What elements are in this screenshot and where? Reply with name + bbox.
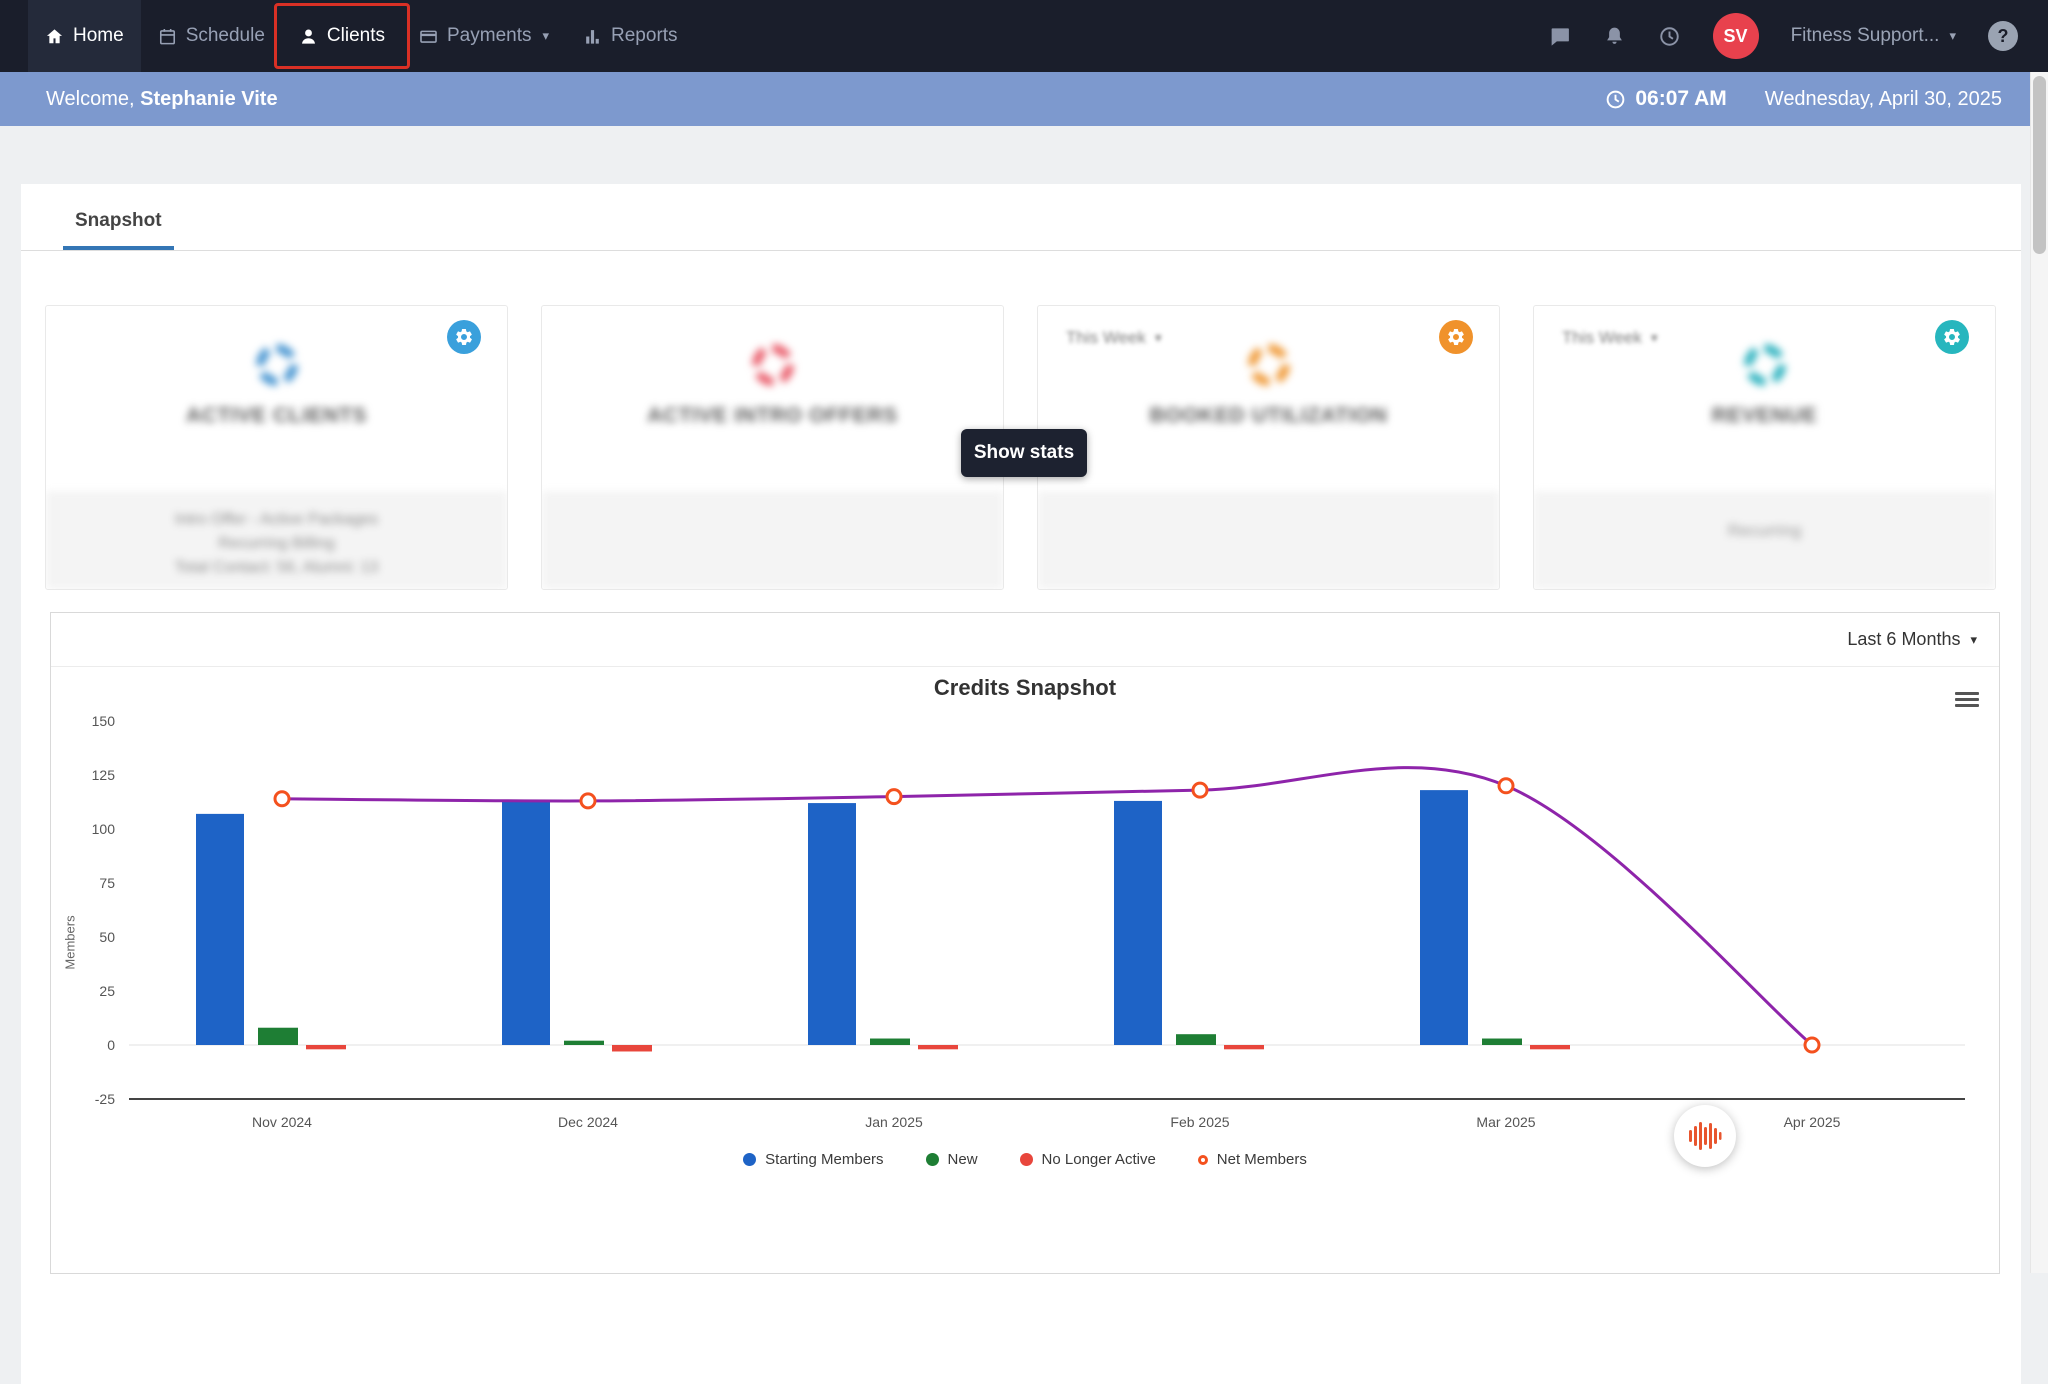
tab-bar: Snapshot bbox=[21, 184, 2021, 251]
account-label: Fitness Support... bbox=[1790, 25, 1940, 46]
payments-icon bbox=[420, 30, 437, 43]
time-text: 06:07 AM bbox=[1635, 87, 1727, 110]
welcome-message: Welcome, Stephanie Vite bbox=[46, 88, 278, 111]
chart-range-selector[interactable]: Last 6 Months ▾ bbox=[1847, 629, 1977, 650]
stat-card-active-clients: ACTIVE CLIENTS Intro Offer - Active Pack… bbox=[45, 305, 508, 590]
chart-menu-icon[interactable] bbox=[1955, 689, 1979, 710]
svg-text:Jan 2025: Jan 2025 bbox=[865, 1114, 923, 1130]
stat-card-title: REVENUE bbox=[1711, 404, 1818, 427]
legend-ring-marker bbox=[1197, 1154, 1208, 1165]
stat-ring-icon bbox=[255, 344, 298, 386]
nav-item-label: Payments bbox=[447, 25, 532, 46]
current-time: 06:07 AM bbox=[1605, 87, 1727, 111]
svg-text:Dec 2024: Dec 2024 bbox=[558, 1114, 618, 1130]
stat-card-title: ACTIVE CLIENTS bbox=[185, 404, 368, 427]
chevron-down-icon: ▾ bbox=[1970, 631, 1977, 647]
nav-main-items: Home Schedule Clients Payments ▾ Reports bbox=[28, 0, 695, 72]
credits-snapshot-panel: Last 6 Months ▾ Credits Snapshot Members… bbox=[50, 612, 2000, 1274]
home-icon bbox=[46, 28, 63, 43]
chat-icon[interactable] bbox=[1548, 25, 1571, 48]
chart-title: Credits Snapshot bbox=[933, 675, 1117, 700]
y-axis-label: Members bbox=[62, 915, 78, 970]
svg-text:50: 50 bbox=[99, 929, 115, 945]
svg-text:-25: -25 bbox=[95, 1091, 115, 1107]
legend-label: New bbox=[947, 1151, 978, 1168]
legend-label: No Longer Active bbox=[1041, 1151, 1156, 1168]
current-date: Wednesday, April 30, 2025 bbox=[1764, 87, 2002, 110]
nav-item-label: Schedule bbox=[185, 25, 265, 46]
svg-text:Mar 2025: Mar 2025 bbox=[1476, 1114, 1535, 1130]
chart-watermark-icon bbox=[1674, 1105, 1736, 1167]
chart-header: Last 6 Months ▾ bbox=[51, 613, 1999, 667]
top-navbar: Home Schedule Clients Payments ▾ Reports bbox=[0, 0, 2048, 72]
nav-utilities: SV Fitness Support... ▾ ? bbox=[1548, 0, 2018, 72]
avatar-initials: SV bbox=[1723, 25, 1748, 46]
svg-text:100: 100 bbox=[92, 821, 116, 837]
stat-card-revenue: This Week ▾ REVENUE Recurring bbox=[1533, 305, 1996, 590]
stat-ring-icon bbox=[1743, 344, 1786, 386]
clock-icon bbox=[1607, 90, 1625, 108]
bell-icon[interactable] bbox=[1603, 25, 1626, 48]
footer-line: Recurring Billing bbox=[218, 534, 335, 552]
help-icon[interactable]: ? bbox=[1988, 21, 2018, 51]
legend-dot-marker bbox=[925, 1153, 939, 1166]
tab-snapshot[interactable]: Snapshot bbox=[63, 210, 174, 250]
stat-card-footer bbox=[542, 491, 1003, 589]
user-name: Stephanie Vite bbox=[140, 87, 278, 110]
account-menu[interactable]: Fitness Support... ▾ bbox=[1791, 25, 1956, 47]
legend-dot-marker bbox=[743, 1153, 757, 1166]
reports-icon bbox=[586, 29, 599, 44]
nav-item-home[interactable]: Home bbox=[28, 0, 141, 72]
stat-card-active-intro-offers: ACTIVE INTRO OFFERS bbox=[541, 305, 1004, 590]
chevron-down-icon: ▾ bbox=[1949, 28, 1956, 43]
nav-item-payments[interactable]: Payments ▾ bbox=[402, 0, 566, 72]
person-icon bbox=[301, 29, 315, 44]
legend-label: Net Members bbox=[1216, 1151, 1307, 1168]
avatar[interactable]: SV bbox=[1712, 13, 1759, 59]
nav-item-schedule[interactable]: Schedule bbox=[141, 0, 282, 72]
svg-text:0: 0 bbox=[107, 1037, 115, 1053]
svg-text:150: 150 bbox=[92, 713, 116, 729]
legend-item[interactable]: Starting Members bbox=[743, 1151, 884, 1168]
stat-ring-icon bbox=[751, 344, 794, 386]
show-stats-button[interactable]: Show stats bbox=[961, 429, 1087, 477]
legend-label: Starting Members bbox=[765, 1151, 884, 1168]
svg-text:Feb 2025: Feb 2025 bbox=[1170, 1114, 1229, 1130]
svg-text:Apr 2025: Apr 2025 bbox=[1784, 1114, 1841, 1130]
scrollbar-thumb[interactable] bbox=[2033, 76, 2046, 254]
legend-dot-marker bbox=[1019, 1153, 1033, 1166]
stat-ring-icon bbox=[1247, 344, 1290, 386]
greeting-prefix: Welcome, bbox=[46, 87, 135, 110]
legend-item[interactable]: New bbox=[925, 1151, 978, 1168]
welcome-bar: Welcome, Stephanie Vite 06:07 AM Wednesd… bbox=[0, 72, 2048, 126]
footer-line: Intro Offer - Active Packages bbox=[174, 510, 379, 528]
calendar-icon bbox=[159, 28, 175, 44]
nav-item-label: Reports bbox=[611, 25, 678, 46]
chevron-down-icon: ▾ bbox=[542, 28, 550, 43]
legend-item[interactable]: Net Members bbox=[1197, 1151, 1307, 1168]
main-panel: Snapshot ACTIVE CLIENTS Intro Offer - Ac… bbox=[21, 184, 2021, 1384]
stat-card-title: ACTIVE INTRO OFFERS bbox=[647, 404, 898, 427]
stat-card-footer: Recurring bbox=[1534, 491, 1995, 589]
stat-card-title: BOOKED UTILIZATION bbox=[1149, 404, 1388, 427]
stat-card-booked-utilization: This Week ▾ BOOKED UTILIZATION bbox=[1037, 305, 1500, 590]
credits-snapshot-chart: 150 125 100 75 50 25 0 -25 Nov 2024 Dec 2024 Jan 2… bbox=[92, 713, 1965, 1130]
svg-text:Nov 2024: Nov 2024 bbox=[252, 1114, 312, 1130]
nav-item-clients[interactable]: Clients bbox=[273, 0, 410, 72]
nav-item-reports[interactable]: Reports bbox=[566, 0, 695, 72]
svg-text:125: 125 bbox=[92, 767, 116, 783]
legend-item[interactable]: No Longer Active bbox=[1019, 1151, 1156, 1168]
stat-card-footer: Intro Offer - Active Packages Recurring … bbox=[46, 491, 507, 589]
svg-text:75: 75 bbox=[99, 875, 115, 891]
page-scrollbar[interactable] bbox=[2030, 72, 2048, 1273]
footer-line: Recurring bbox=[1727, 520, 1802, 540]
clock-icon[interactable] bbox=[1658, 25, 1681, 48]
svg-text:25: 25 bbox=[99, 983, 115, 999]
range-label: Last 6 Months bbox=[1847, 629, 1961, 649]
nav-item-label: Clients bbox=[326, 25, 385, 46]
chart-body: Credits Snapshot Members 150 125 100 75 50 25… bbox=[51, 675, 1999, 1281]
stat-card-footer bbox=[1038, 491, 1499, 589]
nav-item-label: Home bbox=[73, 25, 124, 46]
footer-line: Total Contact: 56, Alumni: 13 bbox=[174, 558, 379, 576]
